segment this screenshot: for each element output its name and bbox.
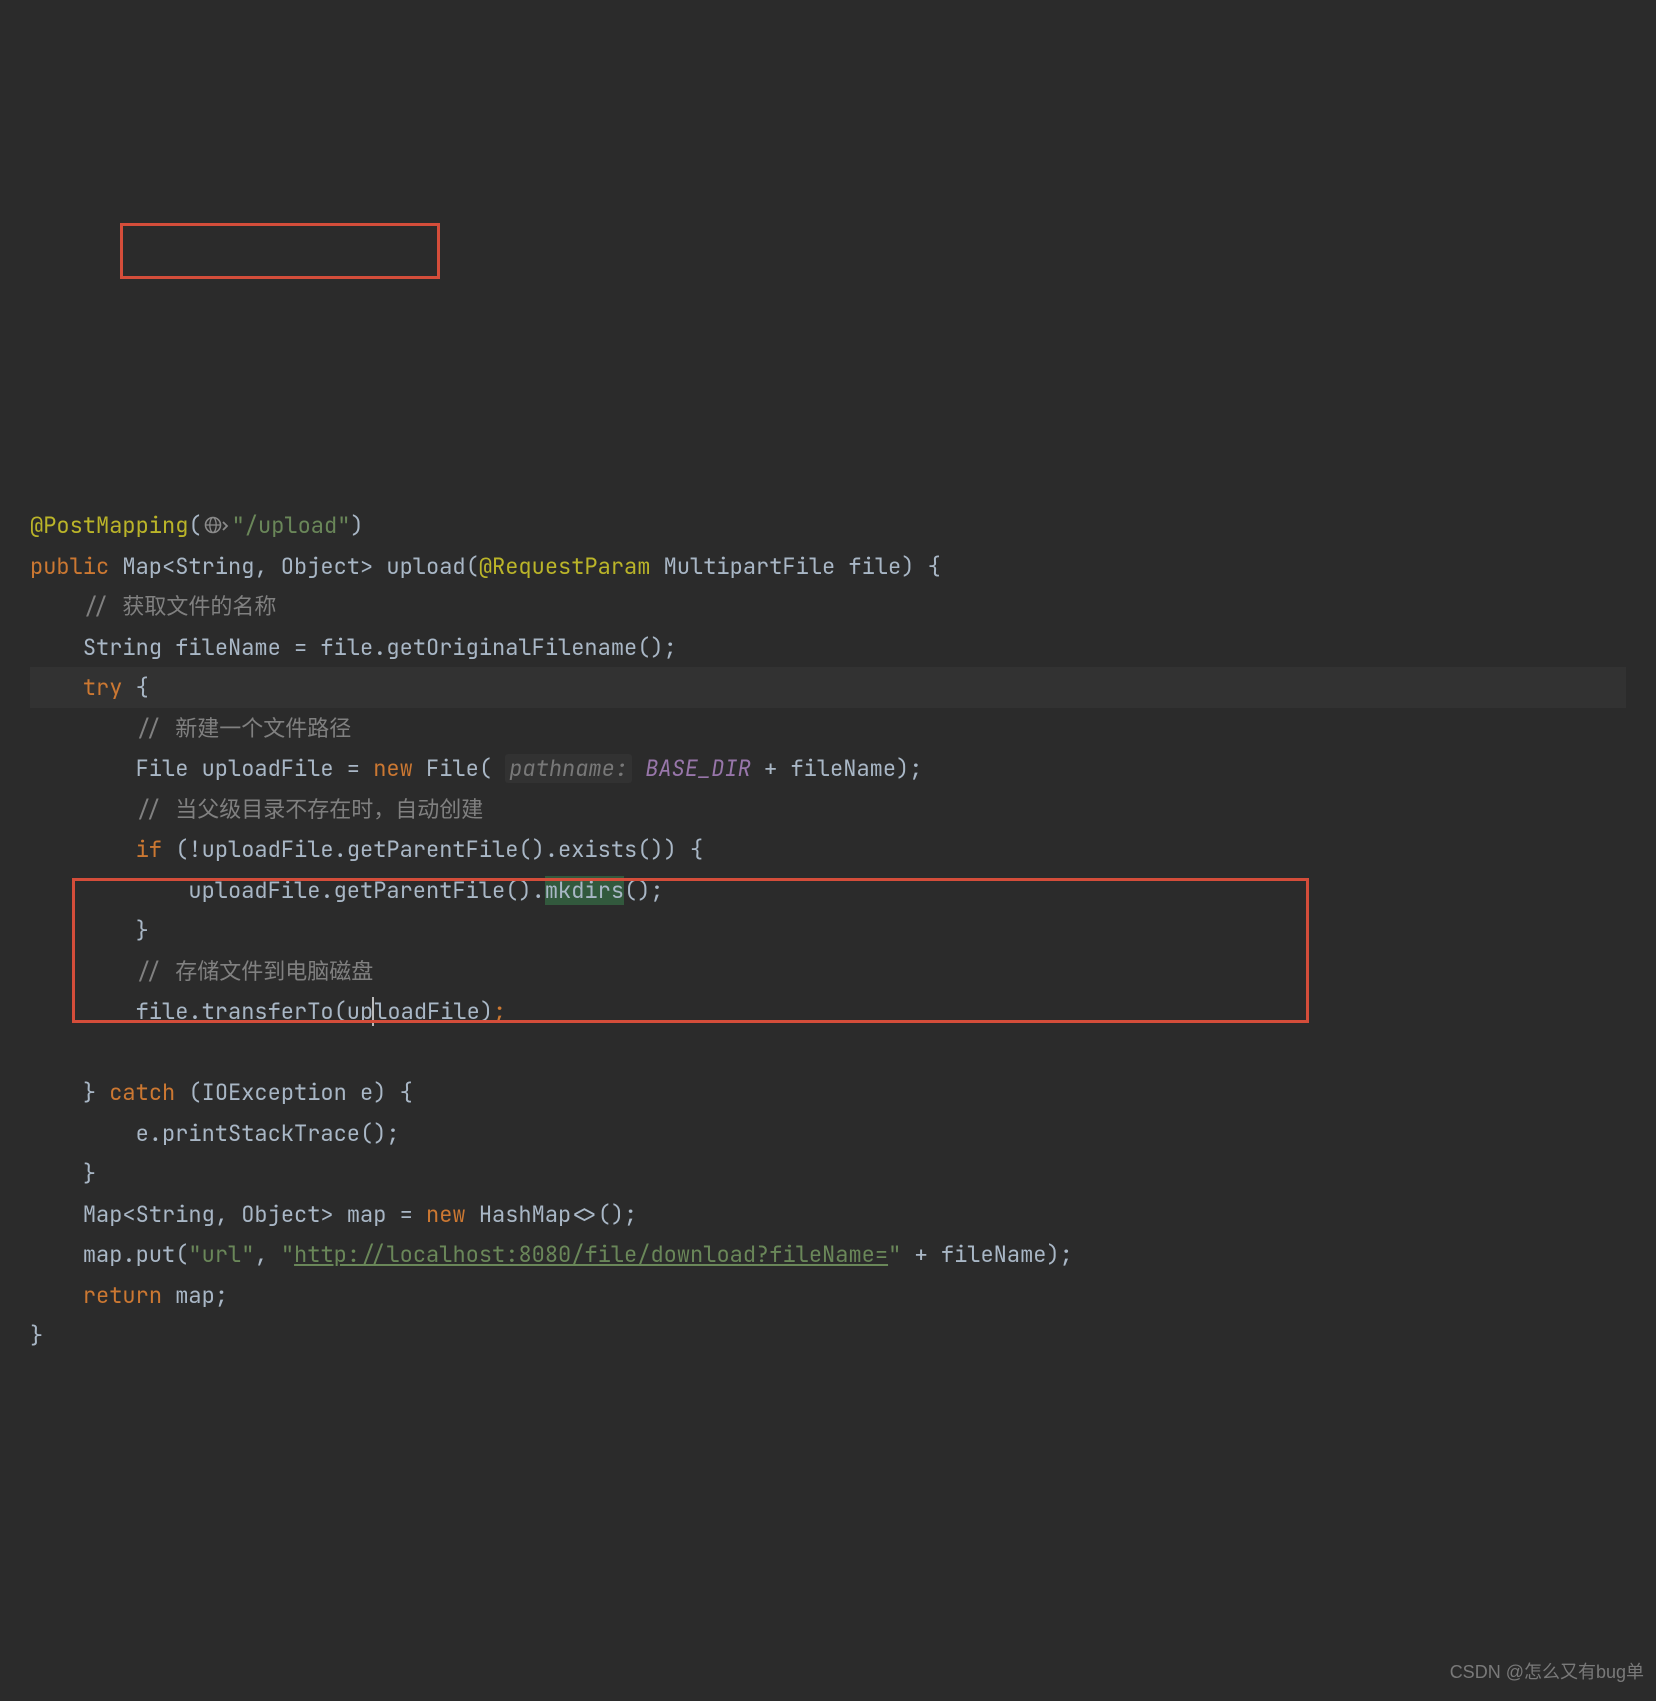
code-line-3: // 获取文件的名称 <box>30 592 276 621</box>
globe-icon <box>204 516 230 534</box>
code-line-7: File uploadFile = new File( pathname: BA… <box>30 754 922 783</box>
code-line-8: // 当父级目录不存在时，自动创建 <box>30 795 483 824</box>
code-line-5: try { <box>30 673 149 702</box>
highlight-box-return-type <box>120 223 440 279</box>
code-line-18: Map<String, Object> map = new HashMap<>(… <box>30 1200 637 1229</box>
code-line-1: @PostMapping("/upload") <box>30 511 364 540</box>
code-line-13: file.transferTo(uploadFile); <box>30 997 506 1026</box>
code-editor[interactable]: @PostMapping("/upload") public Map<Strin… <box>30 182 1626 1397</box>
code-line-4: String fileName = file.getOriginalFilena… <box>30 633 677 662</box>
code-line-16: e.printStackTrace(); <box>30 1119 400 1148</box>
code-line-20: return map; <box>30 1281 228 1310</box>
code-line-17: } <box>30 1159 96 1188</box>
code-line-9: if (!uploadFile.getParentFile().exists()… <box>30 835 703 864</box>
code-line-12: // 存储文件到电脑磁盘 <box>30 957 373 986</box>
code-line-21: } <box>30 1321 43 1350</box>
code-line-19: map.put("url", "http://localhost:8080/fi… <box>30 1240 1073 1269</box>
code-line-10: uploadFile.getParentFile().mkdirs(); <box>30 876 664 905</box>
code-line-15: } catch (IOException e) { <box>30 1078 413 1107</box>
code-line-11: } <box>30 916 149 945</box>
watermark: CSDN @怎么又有bug单 <box>1450 1652 1644 1693</box>
code-line-6: // 新建一个文件路径 <box>30 714 351 743</box>
code-line-2: public Map<String, Object> upload(@Reque… <box>30 552 941 581</box>
inline-hint: pathname: <box>505 754 632 783</box>
